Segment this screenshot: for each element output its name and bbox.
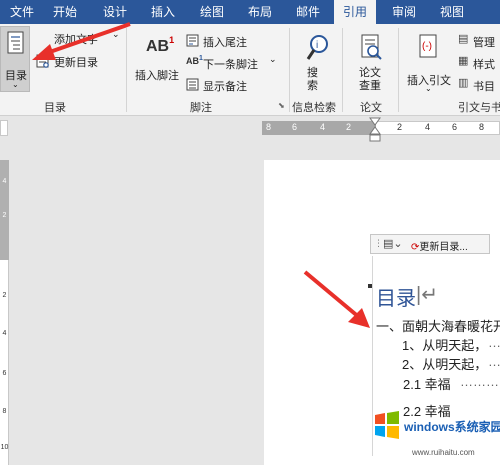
toc-group-label: 目录	[44, 102, 66, 114]
insert-citation-button[interactable]: (-) 插入引文 ⌄	[404, 32, 454, 94]
toc-entry-leader: …………	[460, 374, 500, 389]
toc-content-control-bar: ⋮ ▤⌄ ⟳更新目录...	[370, 234, 490, 254]
ruler-number: 2	[346, 122, 352, 132]
chevron-down-icon: ⌄	[269, 54, 277, 64]
toc-entry-leader: …	[488, 354, 500, 369]
search-icon: i	[306, 35, 328, 60]
footnotes-group-label: 脚注	[190, 102, 212, 114]
text-cursor: |↵	[416, 284, 438, 306]
show-notes-label: 显示备注	[203, 81, 247, 93]
ruler-number: 8	[2, 408, 7, 415]
ruler-number: 4	[2, 178, 7, 185]
footnote-icon-superscript: 1	[169, 35, 175, 45]
chevron-down-icon: ⌄	[12, 80, 19, 89]
ruler-number: 4	[425, 122, 431, 132]
paper-check-icon	[361, 34, 382, 60]
citations-group-label: 引文与书	[458, 102, 500, 114]
manage-sources-label: 管理	[473, 37, 495, 49]
footnote-icon-text: AB	[146, 38, 170, 55]
tab-draw[interactable]: 绘图	[192, 0, 232, 24]
toc-entry[interactable]: 2.1 幸福	[403, 374, 451, 393]
show-notes-button[interactable]: 显示备注	[186, 76, 266, 93]
paper-check-button[interactable]: 论文查重	[350, 32, 394, 96]
insert-endnote-label: 插入尾注	[203, 37, 247, 49]
red-arrow-icon	[32, 22, 131, 60]
horizontal-ruler-margin	[262, 121, 376, 135]
separator	[398, 28, 399, 112]
manage-sources-button[interactable]: ▤ 管理	[458, 32, 500, 49]
style-icon: ▦	[458, 55, 469, 67]
vertical-ruler-margin	[0, 160, 9, 260]
toc-entry[interactable]: 一、面朝大海春暖花开	[376, 316, 500, 335]
search-button[interactable]: i 搜索	[298, 32, 336, 94]
chevron-down-icon: ⌄	[425, 84, 432, 93]
watermark-brand: windows系统家园	[404, 420, 500, 434]
ruler-number: 6	[292, 122, 298, 132]
ruler-number: 4	[320, 122, 326, 132]
update-toc-control[interactable]: ⟳更新目录...	[411, 238, 468, 253]
research-group-label: 信息检索	[292, 102, 336, 114]
indent-marker-icon[interactable]	[369, 117, 381, 143]
insert-endnote-button[interactable]: 插入尾注	[186, 32, 266, 49]
ruler-number: 10	[0, 444, 9, 451]
tab-layout[interactable]: 布局	[240, 0, 280, 24]
ruler-number: 2	[2, 212, 7, 219]
next-footnote-label: 下一条脚注	[203, 59, 258, 71]
toc-heading[interactable]: 目录	[376, 282, 416, 311]
insert-citation-icon: (-)	[419, 34, 437, 58]
watermark: windows系统家园 www.ruihaitu.com	[368, 406, 500, 464]
insert-footnote-button[interactable]: AB1 插入脚注	[132, 34, 184, 82]
manage-sources-icon: ▤	[458, 33, 469, 45]
show-notes-icon	[186, 78, 199, 91]
svg-text:i: i	[316, 40, 318, 51]
toc-entry-leader: …	[488, 335, 500, 350]
ruler-number: 8	[266, 122, 272, 132]
separator	[289, 28, 290, 112]
ruler-number: 2	[2, 292, 7, 299]
tab-view[interactable]: 视图	[432, 0, 472, 24]
bibliography-button[interactable]: ▥ 书目	[458, 76, 500, 93]
windows-logo-icon	[375, 411, 399, 439]
bibliography-label: 书目	[473, 81, 495, 93]
ruler-number: 6	[452, 122, 458, 132]
footnote-icon: AB1	[146, 35, 175, 56]
ruler-number: 6	[2, 370, 7, 377]
ruler-number: 2	[397, 122, 403, 132]
svg-text:(-): (-)	[422, 41, 432, 52]
toc-entry[interactable]: 2、从明天起，	[402, 354, 487, 373]
paper-group-label: 论文	[360, 102, 382, 114]
style-label: 样式	[473, 59, 495, 71]
paper-check-label: 论文查重	[359, 67, 381, 92]
endnote-icon	[186, 34, 199, 47]
ruler-number: 4	[2, 330, 7, 337]
dialog-launcher-icon[interactable]: ⬊	[278, 101, 285, 110]
toc-menu-icon[interactable]: ▤⌄	[383, 237, 403, 250]
next-footnote-button[interactable]: AB1 下一条脚注 ⌄	[186, 54, 278, 71]
tab-mailings[interactable]: 邮件	[288, 0, 328, 24]
toc-entry[interactable]: 1、从明天起，	[402, 335, 487, 354]
tab-references[interactable]: 引用	[334, 0, 376, 24]
insert-footnote-label: 插入脚注	[135, 70, 179, 82]
style-button[interactable]: ▦ 样式	[458, 54, 500, 71]
tab-insert[interactable]: 插入	[143, 0, 183, 24]
red-arrow-icon	[303, 270, 370, 328]
update-toc-control-label: 更新目录...	[419, 242, 468, 253]
drag-handle-icon[interactable]: ⋮	[374, 238, 383, 249]
separator	[342, 28, 343, 112]
next-footnote-icon: AB1	[186, 55, 203, 66]
ruler-number: 8	[479, 122, 485, 132]
toc-document-icon	[7, 31, 24, 54]
ruler-tab-selector[interactable]	[0, 120, 8, 136]
search-label: 搜索	[307, 67, 318, 92]
toc-button[interactable]: 目录 ⌄	[0, 26, 30, 92]
bibliography-icon: ▥	[458, 77, 469, 89]
watermark-url: www.ruihaitu.com	[412, 448, 475, 457]
tab-review[interactable]: 审阅	[384, 0, 424, 24]
